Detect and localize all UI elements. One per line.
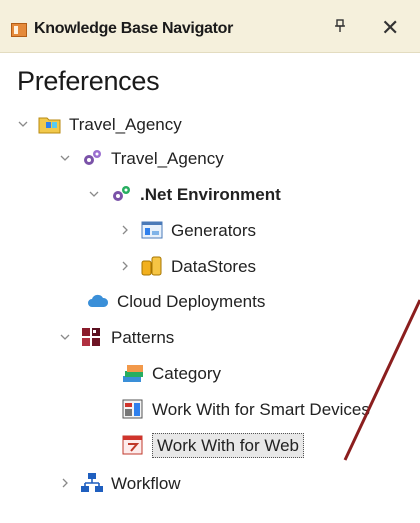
chevron-right-icon[interactable]	[118, 259, 132, 273]
datastore-icon	[140, 255, 164, 277]
kb-folder-icon	[38, 113, 62, 135]
tree-item-cloud-deployments[interactable]: Cloud Deployments	[86, 285, 265, 317]
gears-icon	[80, 147, 104, 169]
tree-item-work-with-smart-devices[interactable]: Work With for Smart Devices	[121, 393, 370, 425]
tree-item-label: Cloud Deployments	[117, 291, 266, 311]
chevron-right-icon[interactable]	[58, 476, 72, 490]
tree-item-work-with-web[interactable]: Work With for Web	[121, 429, 305, 461]
gears-green-icon	[109, 183, 133, 205]
tree-item-label: Generators	[171, 220, 257, 240]
chevron-down-icon[interactable]	[16, 117, 30, 131]
smart-devices-icon	[121, 398, 145, 420]
tree-item-label: Patterns	[111, 327, 175, 347]
tree-item-travel-agency-root[interactable]: Travel_Agency	[16, 108, 182, 140]
tree-item-label: Travel_Agency	[111, 148, 224, 168]
tree-item-net-environment[interactable]: .Net Environment	[87, 178, 281, 210]
preferences-heading: Preferences	[17, 66, 160, 96]
chevron-right-icon[interactable]	[118, 223, 132, 237]
generator-icon	[140, 219, 164, 241]
tree-item-label: Work With for Web	[152, 432, 305, 458]
tree-item-travel-agency-version[interactable]: Travel_Agency	[58, 142, 224, 174]
tree-item-label: DataStores	[171, 256, 257, 276]
tree-item-label: Category	[152, 363, 221, 383]
tree-item-label: Workflow	[111, 473, 181, 493]
tree-item-generators[interactable]: Generators	[118, 214, 256, 246]
chevron-down-icon[interactable]	[58, 151, 72, 165]
close-icon[interactable]: ✕	[381, 15, 399, 41]
workflow-icon	[80, 472, 104, 494]
panel-titlebar: Knowledge Base Navigator ✕	[0, 0, 420, 53]
pin-icon[interactable]	[334, 19, 346, 37]
tree-item-patterns[interactable]: Patterns	[58, 321, 174, 353]
tree-item-workflow[interactable]: Workflow	[58, 467, 181, 499]
tree-item-label: .Net Environment	[140, 184, 281, 204]
panel-title: Knowledge Base Navigator	[34, 20, 234, 37]
knowledge-base-navigator-icon	[11, 23, 27, 37]
chevron-down-icon[interactable]	[58, 330, 72, 344]
chevron-down-icon[interactable]	[87, 187, 101, 201]
tree-item-category[interactable]: Category	[121, 357, 221, 389]
patterns-icon	[80, 326, 104, 348]
web-pattern-icon	[121, 434, 145, 456]
category-icon	[121, 362, 145, 384]
tree-item-label: Travel_Agency	[69, 114, 182, 134]
tree-item-label: Work With for Smart Devices	[152, 399, 370, 419]
tree-item-datastores[interactable]: DataStores	[118, 250, 256, 282]
cloud-icon	[86, 290, 110, 312]
